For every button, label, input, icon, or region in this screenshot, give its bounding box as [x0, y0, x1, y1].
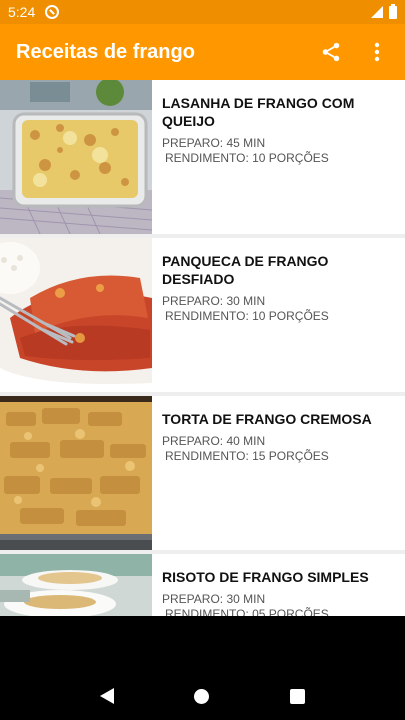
signal-icon: [371, 6, 383, 18]
sync-icon: [45, 5, 60, 19]
recipe-card[interactable]: RISOTO DE FRANGO SIMPLES PREPARO: 30 MIN…: [0, 554, 405, 616]
recipe-card[interactable]: LASANHA DE FRANGO COM QUEIJO PREPARO: 45…: [0, 80, 405, 234]
recipe-name: PANQUECA DE FRANGO DESFIADO: [162, 253, 329, 287]
recipe-thumbnail-torta: [0, 396, 152, 550]
recipe-card[interactable]: TORTA DE FRANGO CREMOSA PREPARO: 40 MIN …: [0, 396, 405, 550]
recipe-thumbnail-lasanha: [0, 80, 152, 234]
page-title: Receitas de frango: [16, 40, 195, 63]
recipe-yield: RENDIMENTO: 10 PORÇÕES: [165, 309, 329, 323]
system-navigation-bar: [0, 672, 405, 720]
recipe-name: LASANHA DE FRANGO COM QUEIJO: [162, 95, 355, 129]
recipe-card[interactable]: PANQUECA DE FRANGO DESFIADO PREPARO: 30 …: [0, 238, 405, 392]
recipe-yield: RENDIMENTO: 10 PORÇÕES: [165, 151, 329, 165]
recipe-prep-time: PREPARO: 40 MIN: [162, 434, 266, 448]
nav-recents-icon[interactable]: [289, 688, 305, 704]
recipe-yield: RENDIMENTO: 15 PORÇÕES: [165, 449, 329, 463]
share-button[interactable]: [319, 40, 343, 64]
battery-icon: [389, 3, 397, 19]
recipe-thumbnail-risoto: [0, 554, 152, 616]
nav-home-icon[interactable]: [194, 688, 210, 704]
status-bar: 5:24: [0, 0, 405, 24]
more-vert-icon: [374, 42, 380, 62]
recipe-yield: RENDIMENTO: 05 PORÇÕES: [165, 607, 329, 616]
recipe-list[interactable]: LASANHA DE FRANGO COM QUEIJO PREPARO: 45…: [0, 80, 405, 616]
recipe-name: RISOTO DE FRANGO SIMPLES: [162, 569, 369, 585]
nav-back-icon[interactable]: [100, 688, 115, 704]
recipe-thumbnail-panqueca: [0, 238, 152, 392]
recipe-prep-time: PREPARO: 30 MIN: [162, 592, 266, 606]
share-icon: [322, 42, 340, 62]
status-time: 5:24: [8, 4, 36, 20]
app-bar: Receitas de frango: [0, 24, 405, 80]
recipe-prep-time: PREPARO: 45 MIN: [162, 136, 266, 150]
recipe-name: TORTA DE FRANGO CREMOSA: [162, 411, 372, 427]
overflow-menu-button[interactable]: [365, 40, 389, 64]
recipe-prep-time: PREPARO: 30 MIN: [162, 294, 266, 308]
